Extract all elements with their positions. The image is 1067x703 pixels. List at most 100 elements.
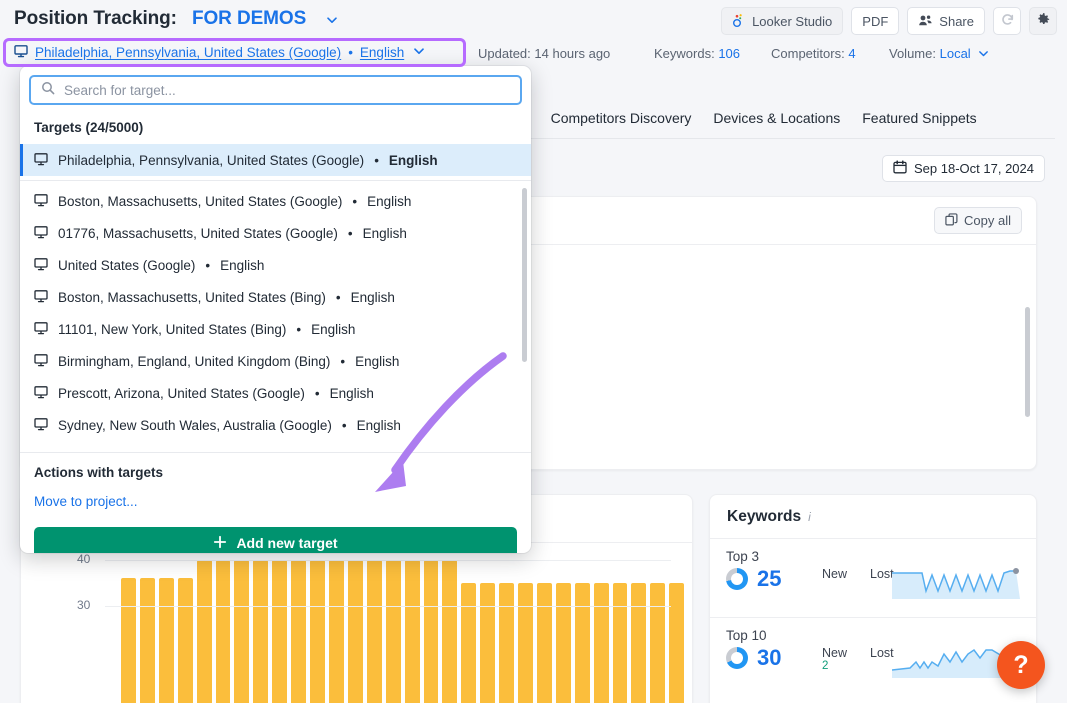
help-button[interactable]: ? bbox=[997, 641, 1045, 689]
chevron-down-icon[interactable] bbox=[978, 46, 989, 61]
dropdown-target-location: United States (Google) bbox=[58, 257, 196, 273]
dropdown-target-item[interactable]: Birmingham, England, United Kingdom (Bin… bbox=[20, 345, 531, 377]
dropdown-target-item[interactable]: Boston, Massachusetts, United States (Bi… bbox=[20, 281, 531, 313]
keywords-lost-label: Lost bbox=[870, 567, 894, 581]
share-button[interactable]: Share bbox=[907, 7, 985, 35]
chart-bar[interactable] bbox=[631, 583, 647, 703]
keywords-lost-group: Lost bbox=[870, 646, 894, 660]
dropdown-search-wrap bbox=[20, 66, 531, 112]
monitor-icon bbox=[34, 225, 48, 242]
keywords-new-group: New 2 bbox=[822, 646, 847, 672]
keywords-row: Top 3 25 New Lost bbox=[710, 539, 1036, 617]
chart-bar[interactable] bbox=[196, 560, 212, 703]
header-actions: Looker Studio PDF Share bbox=[721, 7, 1057, 35]
chart-bar[interactable] bbox=[555, 583, 571, 703]
meta-volume-value[interactable]: Local bbox=[940, 46, 971, 61]
chart-bar[interactable] bbox=[158, 578, 174, 703]
monitor-icon bbox=[34, 385, 48, 402]
chart-bar[interactable] bbox=[291, 560, 307, 703]
monitor-icon bbox=[34, 353, 48, 370]
meta-competitors-value[interactable]: 4 bbox=[848, 46, 855, 61]
dropdown-target-item[interactable]: Philadelphia, Pennsylvania, United State… bbox=[20, 144, 531, 176]
meta-volume: Volume: Local bbox=[889, 46, 989, 61]
chart-bar[interactable] bbox=[310, 560, 325, 703]
dropdown-target-separator: • bbox=[347, 225, 353, 241]
dropdown-target-location: Prescott, Arizona, United States (Google… bbox=[58, 385, 305, 401]
meta-keywords-value[interactable]: 106 bbox=[718, 46, 740, 61]
refresh-icon bbox=[1000, 12, 1015, 30]
chart-bar[interactable] bbox=[253, 560, 269, 703]
dropdown-target-list[interactable]: Philadelphia, Pennsylvania, United State… bbox=[20, 144, 531, 452]
monitor-icon bbox=[34, 289, 48, 306]
refresh-button[interactable] bbox=[993, 7, 1021, 35]
chart-y-tick-label: 30 bbox=[77, 597, 91, 612]
looker-studio-button[interactable]: Looker Studio bbox=[721, 7, 844, 35]
target-language-label: English bbox=[359, 45, 405, 60]
chart-bar[interactable] bbox=[121, 578, 136, 703]
app-header: Position Tracking: FOR DEMOS Looker Stud… bbox=[0, 0, 1067, 40]
monitor-icon bbox=[34, 152, 48, 169]
chevron-down-icon[interactable] bbox=[326, 13, 338, 25]
keywords-sparkline bbox=[892, 565, 1020, 599]
chart-bar[interactable] bbox=[139, 578, 155, 703]
info-icon[interactable]: i bbox=[808, 510, 811, 524]
chart-bar[interactable] bbox=[536, 583, 552, 703]
search-field[interactable] bbox=[29, 75, 522, 105]
dropdown-target-item[interactable]: United States (Google) • English bbox=[20, 249, 531, 281]
chart-bar[interactable] bbox=[669, 583, 685, 703]
settings-button[interactable] bbox=[1029, 7, 1057, 35]
pdf-button[interactable]: PDF bbox=[851, 7, 900, 35]
move-to-project-link[interactable]: Move to project... bbox=[34, 494, 517, 509]
chevron-down-icon[interactable] bbox=[413, 45, 425, 60]
insights-scrollbar[interactable] bbox=[1025, 307, 1030, 417]
dropdown-target-item[interactable]: Prescott, Arizona, United States (Google… bbox=[20, 377, 531, 409]
dropdown-target-item[interactable]: Boston, Massachusetts, United States (Go… bbox=[20, 185, 531, 217]
meta-updated-value: 14 hours ago bbox=[534, 46, 611, 61]
chart-bar[interactable] bbox=[574, 583, 590, 703]
dropdown-target-item[interactable]: 11101, New York, United States (Bing) • En… bbox=[20, 313, 531, 345]
tab-featured-snippets[interactable]: Featured Snippets bbox=[862, 110, 976, 126]
chart-bar[interactable] bbox=[593, 583, 609, 703]
dropdown-target-item[interactable]: Sydney, New South Wales, Australia (Goog… bbox=[20, 409, 531, 441]
dropdown-scrollbar[interactable] bbox=[522, 188, 527, 362]
chart-bar[interactable] bbox=[177, 578, 193, 703]
chart-bar[interactable] bbox=[234, 560, 250, 703]
date-range-label: Sep 18-Oct 17, 2024 bbox=[914, 161, 1034, 176]
monitor-icon bbox=[34, 321, 48, 338]
chart-bar[interactable] bbox=[612, 583, 628, 703]
target-location-label: Philadelphia, Pennsylvania, United State… bbox=[35, 45, 342, 60]
monitor-icon bbox=[34, 417, 48, 434]
chart-plot-area: 30 40 bbox=[21, 543, 692, 703]
actions-with-targets-title: Actions with targets bbox=[34, 465, 164, 480]
copy-all-button[interactable]: Copy all bbox=[934, 207, 1022, 234]
search-input[interactable] bbox=[64, 82, 510, 98]
tab-devices-locations[interactable]: Devices & Locations bbox=[713, 110, 840, 126]
chart-bar[interactable] bbox=[499, 583, 515, 703]
chart-bar[interactable] bbox=[215, 560, 231, 703]
target-selector[interactable]: Philadelphia, Pennsylvania, United State… bbox=[6, 41, 463, 64]
dropdown-target-separator: • bbox=[205, 257, 211, 273]
chart-bar[interactable] bbox=[404, 560, 420, 703]
chart-bar[interactable] bbox=[366, 560, 382, 703]
chart-bar[interactable] bbox=[442, 560, 458, 703]
chart-bar[interactable] bbox=[272, 560, 288, 703]
dropdown-target-language: English bbox=[388, 152, 438, 168]
share-label: Share bbox=[939, 13, 974, 29]
tab-competitors-discovery[interactable]: Competitors Discovery bbox=[551, 110, 692, 126]
chart-bar[interactable] bbox=[461, 583, 477, 703]
project-name-link[interactable]: FOR DEMOS bbox=[192, 8, 306, 30]
chart-bar[interactable] bbox=[480, 583, 496, 703]
chart-bar[interactable] bbox=[328, 560, 344, 703]
chart-bar[interactable] bbox=[518, 583, 533, 703]
meta-competitors-label: Competitors: bbox=[771, 46, 845, 61]
dropdown-target-item[interactable]: 01776, Massachusetts, United States (Goo… bbox=[20, 217, 531, 249]
chart-bar[interactable] bbox=[347, 560, 363, 703]
chart-bar[interactable] bbox=[650, 583, 666, 703]
add-new-target-button[interactable]: Add new target bbox=[34, 527, 517, 553]
dropdown-target-language: English bbox=[356, 417, 401, 433]
date-range-picker[interactable]: Sep 18-Oct 17, 2024 bbox=[882, 155, 1045, 182]
chart-bar[interactable] bbox=[423, 560, 439, 703]
dropdown-target-location: Sydney, New South Wales, Australia (Goog… bbox=[58, 417, 332, 433]
chart-bar[interactable] bbox=[385, 560, 401, 703]
chart-gridline bbox=[105, 605, 671, 607]
